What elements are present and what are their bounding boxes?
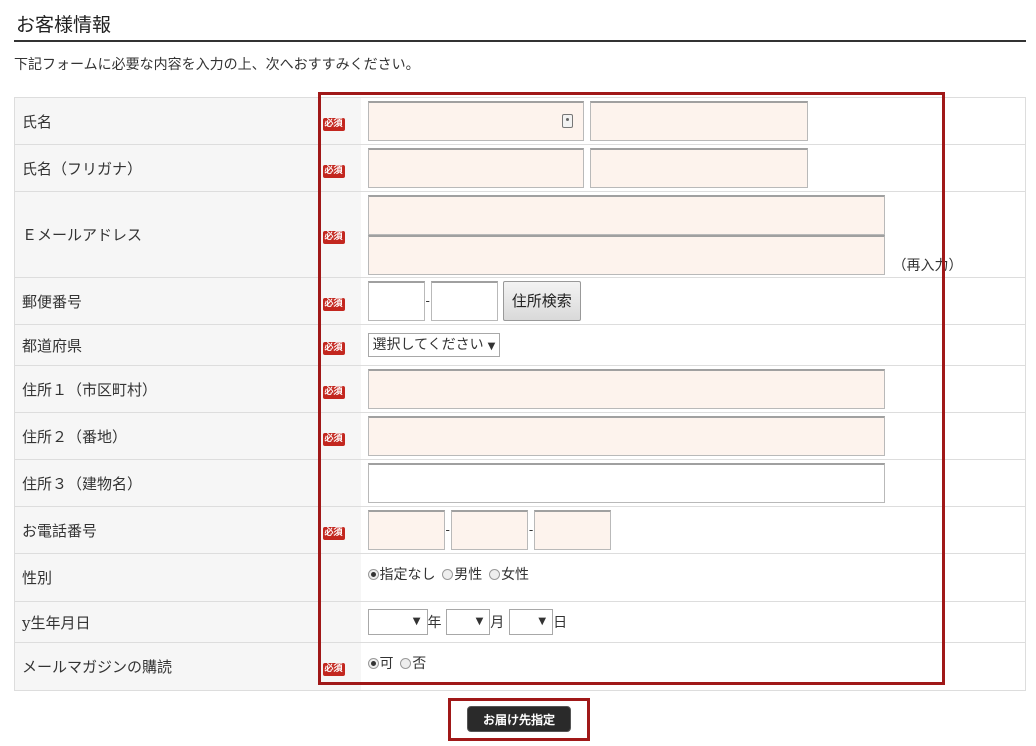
tel-dash: - bbox=[445, 522, 450, 538]
label-pref: 都道府県 bbox=[14, 324, 321, 366]
label-addr1: 住所１（市区町村） bbox=[14, 365, 321, 413]
label-magazine: メールマガジンの購読 bbox=[14, 642, 321, 691]
required-badge: 必須 bbox=[322, 231, 345, 244]
zip-dash: - bbox=[425, 293, 430, 309]
gender-radio-male[interactable] bbox=[442, 568, 454, 580]
last-name-input[interactable] bbox=[367, 101, 584, 141]
chevron-down-icon: ▼ bbox=[475, 616, 484, 627]
chevron-down-icon: ▼ bbox=[412, 616, 421, 627]
row-birth: y生年月日 ▼ 年 ▼ 月 ▼ 日 bbox=[14, 601, 1026, 643]
intro-text: 下記フォームに必要な内容を入力の上、次へおすすみください。 bbox=[14, 57, 420, 73]
tel-dash: - bbox=[528, 522, 534, 538]
magazine-radio-yes[interactable] bbox=[367, 657, 379, 669]
label-email: Ｅメールアドレス bbox=[14, 191, 321, 278]
address-search-button[interactable]: 住所検索 bbox=[502, 281, 581, 321]
label-addr3: 住所３（建物名） bbox=[14, 459, 321, 507]
row-gender: 性別 指定なし 男性 女性 bbox=[14, 553, 1026, 602]
zip1-input[interactable] bbox=[367, 281, 425, 321]
row-addr2: 住所２（番地） 必須 bbox=[14, 412, 1026, 460]
magazine-option-yes: 可 bbox=[379, 656, 394, 672]
required-badge: 必須 bbox=[322, 432, 345, 446]
birth-month-select[interactable]: ▼ bbox=[446, 609, 491, 635]
row-zip: 郵便番号 必須 - 住所検索 bbox=[14, 277, 1026, 325]
label-addr2: 住所２（番地） bbox=[14, 412, 321, 460]
label-tel: お電話番号 bbox=[14, 506, 321, 554]
row-tel: お電話番号 必須 - - bbox=[14, 506, 1026, 554]
address3-input[interactable] bbox=[367, 463, 885, 503]
prefecture-selected: 選択してください bbox=[372, 337, 484, 353]
page-title: お客様情報 bbox=[14, 12, 1026, 42]
year-unit: 年 bbox=[427, 615, 442, 631]
required-badge: 必須 bbox=[322, 663, 345, 676]
label-zip: 郵便番号 bbox=[14, 277, 321, 325]
last-name-kana-input[interactable] bbox=[367, 148, 584, 188]
customer-form: 氏名 必須 氏名（フリガナ） 必須 Ｅメールアドレス 必須 （再入力） 郵便番号… bbox=[14, 97, 1026, 691]
required-badge: 必須 bbox=[322, 385, 345, 399]
tel3-input[interactable] bbox=[534, 510, 612, 550]
label-birth: y生年月日 bbox=[14, 601, 321, 643]
first-name-input[interactable] bbox=[590, 101, 809, 141]
delivery-address-button[interactable]: お届け先指定 bbox=[467, 706, 571, 732]
magazine-option-no: 否 bbox=[412, 656, 427, 672]
tel1-input[interactable] bbox=[367, 510, 445, 550]
label-name: 氏名 bbox=[14, 97, 321, 145]
required-badge: 必須 bbox=[322, 164, 345, 178]
gender-option-unspecified: 指定なし bbox=[379, 567, 436, 583]
row-kana: 氏名（フリガナ） 必須 bbox=[14, 144, 1026, 192]
zip2-input[interactable] bbox=[430, 281, 498, 321]
tel2-input[interactable] bbox=[450, 510, 528, 550]
row-email: Ｅメールアドレス 必須 （再入力） bbox=[14, 191, 1026, 278]
gender-option-male: 男性 bbox=[454, 567, 483, 583]
magazine-radio-no[interactable] bbox=[400, 657, 412, 669]
day-unit: 日 bbox=[553, 615, 568, 631]
address2-input[interactable] bbox=[367, 416, 885, 456]
gender-option-female: 女性 bbox=[501, 567, 530, 583]
chevron-down-icon: ▼ bbox=[538, 616, 547, 627]
email-input[interactable] bbox=[367, 194, 885, 235]
row-name: 氏名 必須 bbox=[14, 97, 1026, 145]
required-badge: 必須 bbox=[322, 526, 345, 540]
prefecture-select[interactable]: 選択してください ▼ bbox=[367, 333, 501, 357]
gender-radio-female[interactable] bbox=[489, 568, 501, 580]
email-confirm-input[interactable] bbox=[367, 234, 885, 275]
reinput-note: （再入力） bbox=[892, 257, 963, 274]
required-badge: 必須 bbox=[322, 117, 345, 131]
required-badge: 必須 bbox=[322, 297, 345, 311]
address1-input[interactable] bbox=[367, 369, 885, 409]
required-badge: 必須 bbox=[322, 341, 345, 355]
first-name-kana-input[interactable] bbox=[590, 148, 809, 188]
label-kana: 氏名（フリガナ） bbox=[14, 144, 321, 192]
contact-card-icon[interactable] bbox=[561, 114, 573, 128]
row-pref: 都道府県 必須 選択してください ▼ bbox=[14, 324, 1026, 366]
birth-year-select[interactable]: ▼ bbox=[367, 609, 428, 635]
month-unit: 月 bbox=[490, 615, 505, 631]
birth-day-select[interactable]: ▼ bbox=[509, 609, 554, 635]
label-gender: 性別 bbox=[14, 553, 321, 602]
row-addr1: 住所１（市区町村） 必須 bbox=[14, 365, 1026, 413]
gender-radio-unspecified[interactable] bbox=[367, 568, 379, 580]
chevron-down-icon: ▼ bbox=[487, 341, 496, 352]
row-addr3: 住所３（建物名） bbox=[14, 459, 1026, 507]
row-magazine: メールマガジンの購読 必須 可 否 bbox=[14, 642, 1026, 691]
